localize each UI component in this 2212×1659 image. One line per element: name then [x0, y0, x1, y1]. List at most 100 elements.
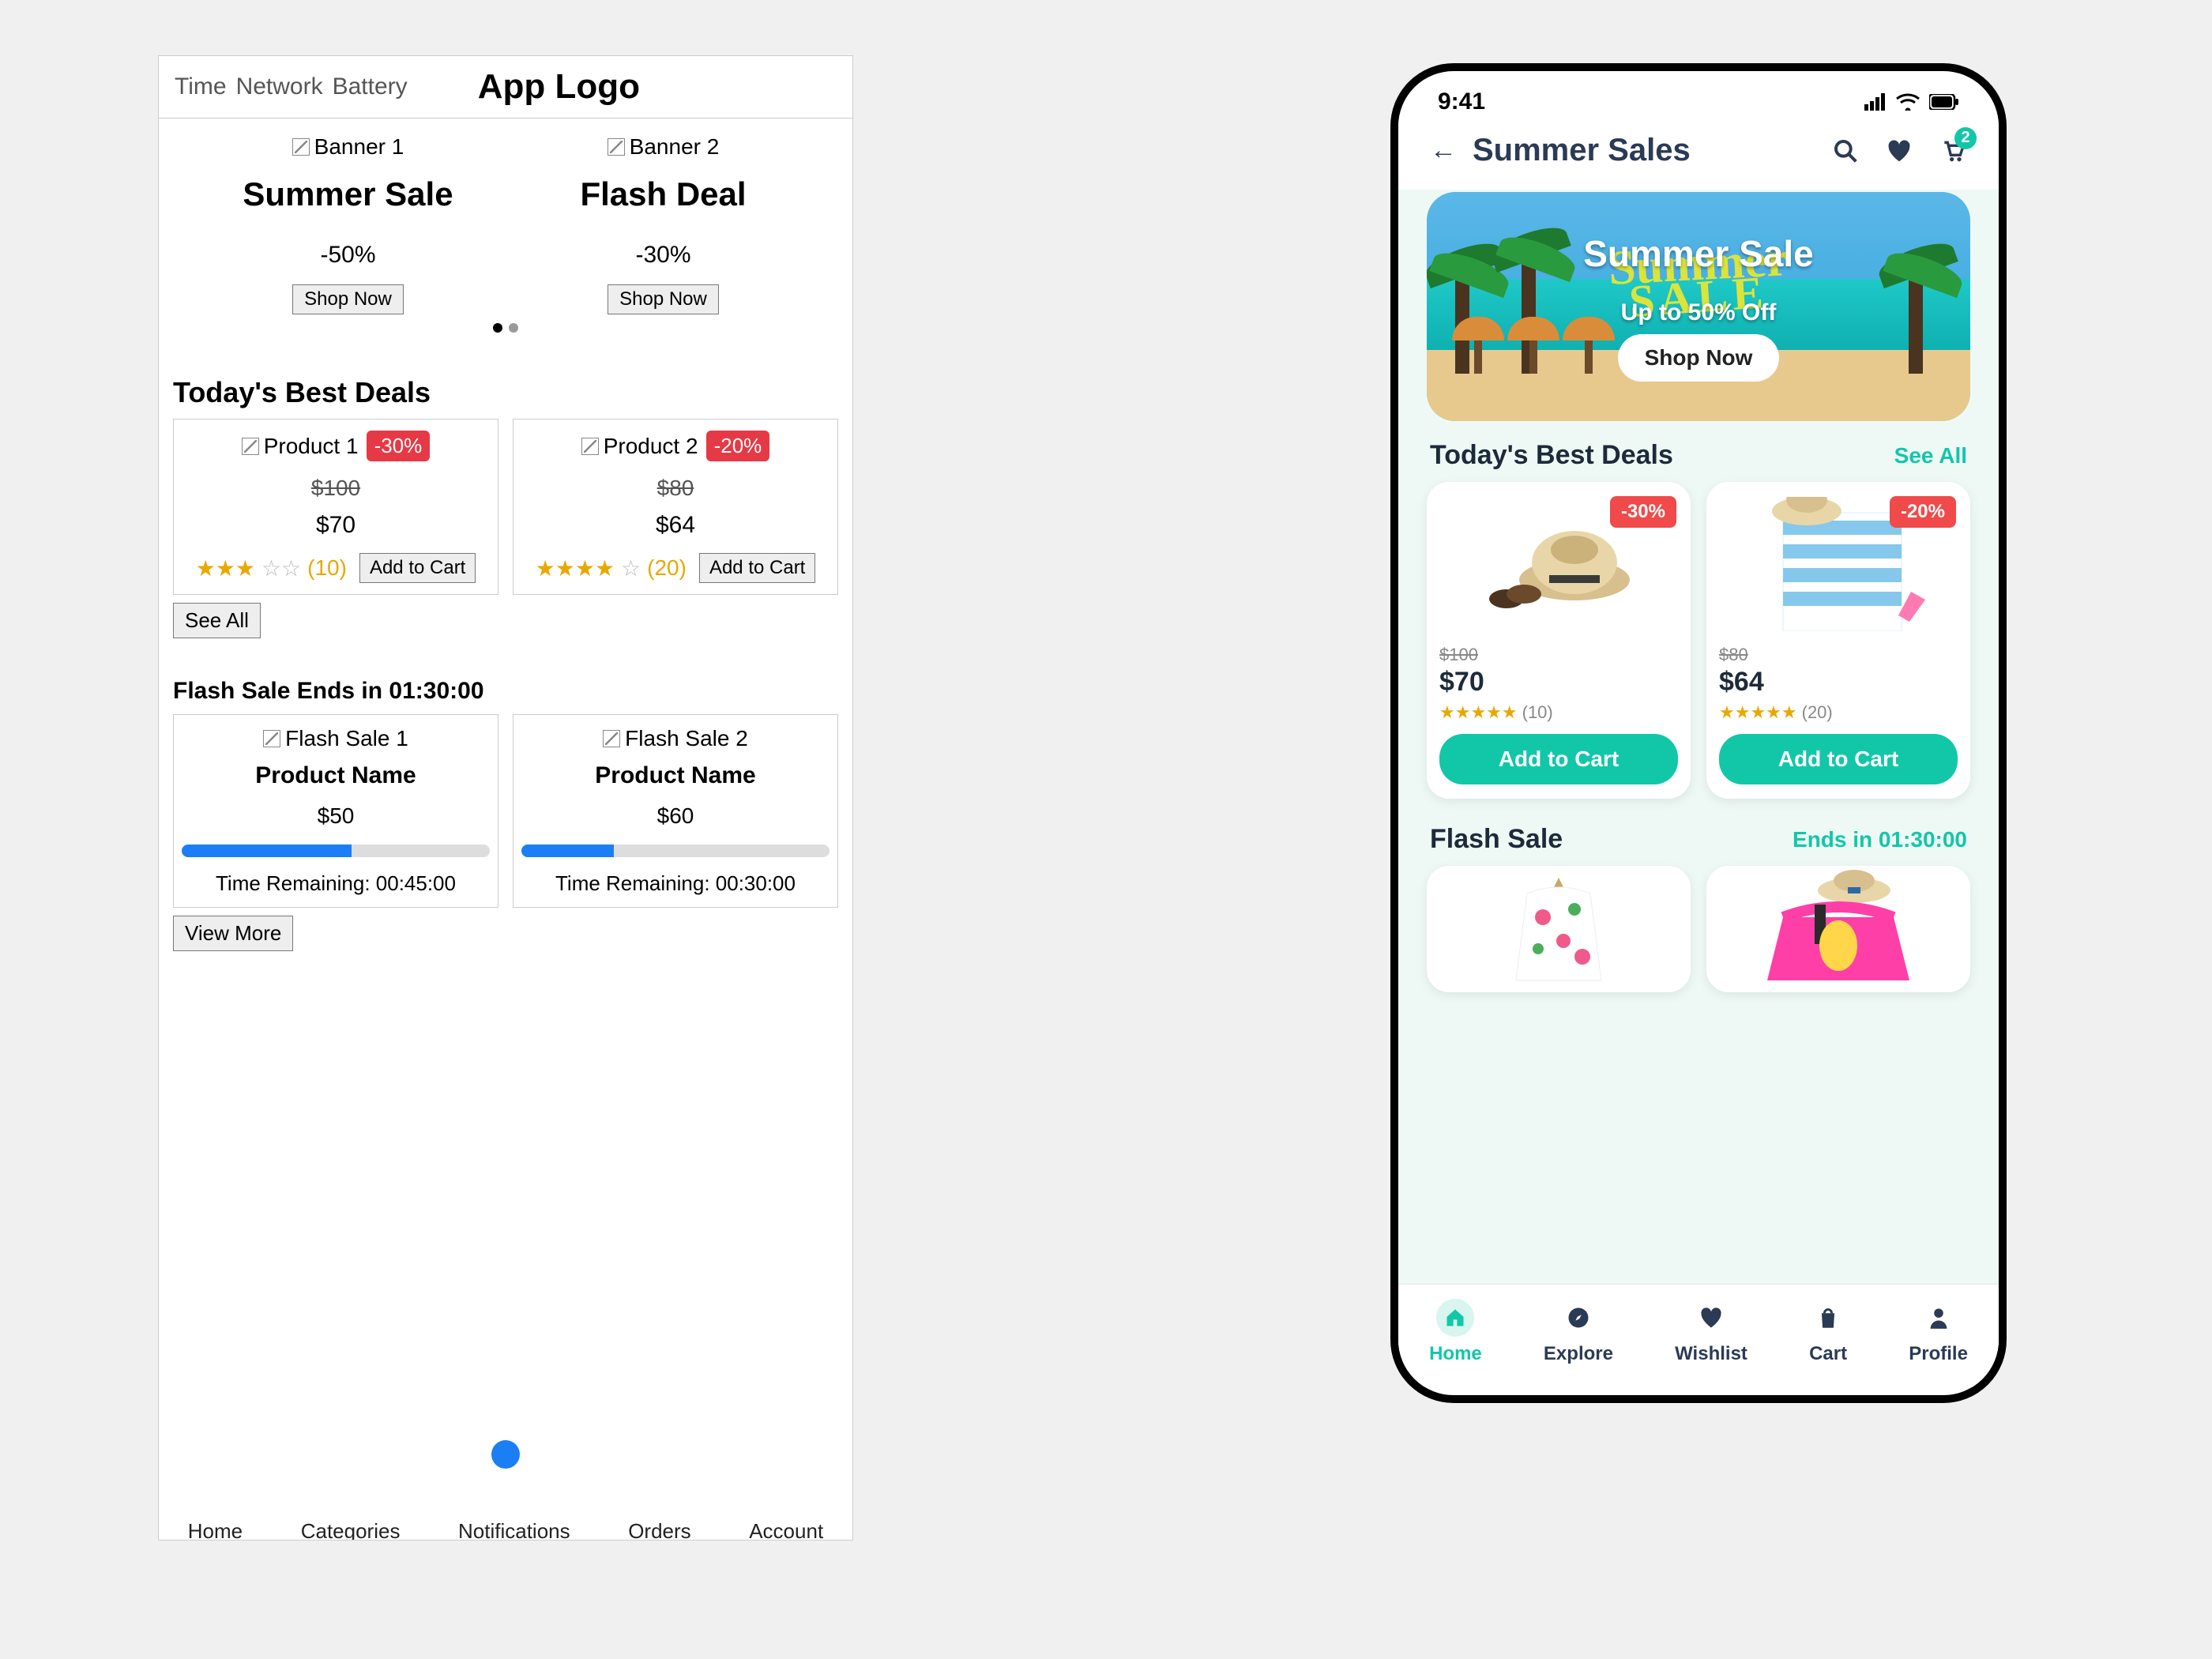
star-icon: ★★★★★	[1439, 702, 1518, 722]
banner-discount: -30%	[521, 242, 805, 269]
nav-explore[interactable]: Explore	[1544, 1299, 1613, 1365]
price: $70	[1439, 667, 1678, 698]
section-title-deals: Today's Best Deals	[1430, 440, 1673, 471]
nav-item[interactable]: Account	[749, 1519, 823, 1540]
price: $64	[1719, 667, 1958, 698]
wifi-icon	[1896, 93, 1920, 111]
flash-card[interactable]: Flash Sale 1 Product Name $50 Time Remai…	[173, 714, 498, 908]
discount-badge: -30%	[1610, 496, 1676, 528]
flash-image-placeholder: Flash Sale 1	[263, 726, 408, 751]
old-price: $100	[182, 476, 490, 501]
nav-item[interactable]: Categories	[301, 1519, 401, 1540]
nav-home[interactable]: Home	[1429, 1299, 1482, 1365]
flash-card[interactable]	[1706, 866, 1970, 992]
header: ← Summer Sales 2	[1422, 122, 1975, 184]
fab-button[interactable]	[491, 1440, 520, 1469]
shop-now-button[interactable]: Shop Now	[608, 284, 719, 314]
carousel-dots[interactable]	[159, 322, 852, 337]
add-to-cart-button[interactable]: Add to Cart	[1719, 734, 1958, 784]
status-time: 9:41	[1438, 88, 1485, 115]
banner-discount: -50%	[206, 242, 490, 269]
section-title-flash: Flash Sale	[1430, 824, 1563, 855]
bottom-nav: Home Categories Notifications Orders Acc…	[159, 1503, 852, 1540]
star-icon: ★★★★	[536, 555, 615, 581]
star-icon: ★★★★★	[1719, 702, 1797, 722]
discount-badge: -20%	[1890, 496, 1956, 528]
flash-timer: Ends in 01:30:00	[1793, 827, 1967, 852]
heart-icon	[1692, 1299, 1730, 1337]
flash-card[interactable]: Flash Sale 2 Product Name $60 Time Remai…	[513, 714, 838, 908]
product-card[interactable]: Product 2 -20% $80 $64 ★★★★☆ (20) Add to…	[513, 419, 838, 595]
banner-card[interactable]: Banner 1 Summer Sale -50% Shop Now	[206, 134, 490, 314]
nav-label: Profile	[1909, 1343, 1968, 1365]
add-to-cart-button[interactable]: Add to Cart	[359, 553, 476, 583]
shop-now-button[interactable]: Shop Now	[1618, 334, 1780, 382]
see-all-button[interactable]: See All	[173, 603, 261, 638]
status-network: Network	[236, 73, 323, 100]
status-battery: Battery	[333, 73, 408, 100]
banner-image-placeholder: Banner 2	[608, 134, 720, 160]
discount-badge: -30%	[367, 431, 431, 461]
shop-now-button[interactable]: Shop Now	[292, 284, 404, 314]
product-name: Product Name	[521, 762, 830, 789]
rating-row: ★★★★★(20)	[1719, 702, 1958, 723]
section-title-deals: Today's Best Deals	[173, 376, 838, 409]
time-remaining: Time Remaining: 00:30:00	[521, 871, 830, 896]
heart-icon[interactable]	[1885, 137, 1913, 165]
old-price: $80	[521, 476, 830, 501]
review-count: (20)	[647, 555, 687, 581]
review-count: (20)	[1802, 702, 1833, 722]
product-card[interactable]: Product 1 -30% $100 $70 ★★★☆☆ (10) Add t…	[173, 419, 498, 595]
status-time: Time	[175, 73, 227, 100]
product-card[interactable]: -20% $8	[1706, 482, 1970, 799]
star-icon: ☆☆	[261, 555, 301, 581]
cart-count-badge: 2	[1954, 127, 1977, 149]
product-name: Product Name	[182, 762, 490, 789]
banner-row: Banner 1 Summer Sale -50% Shop Now Banne…	[159, 118, 852, 330]
review-count: (10)	[1522, 702, 1553, 722]
old-price: $100	[1439, 645, 1678, 665]
product-card[interactable]: -30% $100 $70 ★★★★★(10)	[1427, 482, 1691, 799]
product-price: $60	[521, 803, 830, 829]
rating-row: ★★★★★(10)	[1439, 702, 1678, 723]
app-logo: App Logo	[408, 67, 710, 107]
page-title: Summer Sales	[1473, 133, 1815, 168]
profile-icon	[1920, 1299, 1958, 1337]
product-image-placeholder: Product 1	[242, 434, 359, 459]
nav-profile[interactable]: Profile	[1909, 1299, 1968, 1365]
progress-bar	[182, 845, 490, 857]
home-icon	[1436, 1299, 1474, 1337]
nav-cart[interactable]: Cart	[1809, 1299, 1847, 1365]
see-all-link[interactable]: See All	[1894, 443, 1967, 468]
add-to-cart-button[interactable]: Add to Cart	[699, 553, 815, 583]
nav-item[interactable]: Orders	[628, 1519, 690, 1540]
banner-card[interactable]: Banner 2 Flash Deal -30% Shop Now	[521, 134, 805, 314]
cart-icon[interactable]: 2	[1939, 137, 1967, 165]
status-bar: Time Network Battery App Logo	[159, 56, 852, 118]
signal-icon	[1864, 93, 1887, 111]
phone-frame: 9:41 ← Summer Sales 2	[1390, 63, 2007, 1403]
banner-title: Flash Deal	[521, 175, 805, 213]
product-image-placeholder: Product 2	[581, 434, 698, 459]
flash-card[interactable]	[1427, 866, 1691, 992]
bottom-nav: Home Explore Wishlist Cart Profile	[1398, 1284, 1999, 1387]
bag-icon	[1809, 1299, 1847, 1337]
nav-label: Wishlist	[1675, 1343, 1747, 1365]
discount-badge: -20%	[706, 431, 770, 461]
rating-row: ★★★★☆ (20) Add to Cart	[536, 553, 816, 583]
battery-icon	[1929, 94, 1959, 110]
view-more-button[interactable]: View More	[173, 916, 293, 951]
search-icon[interactable]	[1831, 137, 1860, 165]
old-price: $80	[1719, 645, 1958, 665]
add-to-cart-button[interactable]: Add to Cart	[1439, 734, 1678, 784]
nav-item[interactable]: Home	[188, 1519, 243, 1540]
nav-item[interactable]: Notifications	[458, 1519, 570, 1540]
star-icon: ★★★	[196, 555, 255, 581]
time-remaining: Time Remaining: 00:45:00	[182, 871, 490, 896]
review-count: (10)	[307, 555, 347, 581]
compass-icon	[1559, 1299, 1597, 1337]
new-price: $64	[521, 512, 830, 539]
nav-wishlist[interactable]: Wishlist	[1675, 1299, 1747, 1365]
back-icon[interactable]: ←	[1430, 135, 1457, 166]
hero-banner[interactable]: Summer Summer Sale SALE Up to 50% Off Sh…	[1427, 192, 1970, 421]
